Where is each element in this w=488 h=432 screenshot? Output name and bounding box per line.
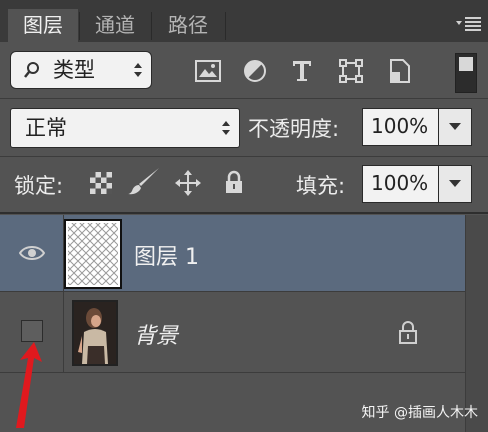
- lock-label: 锁定:: [14, 174, 64, 198]
- updown-arrows-icon: [222, 121, 230, 135]
- layers-panel: 图层 通道 路径 类型 正常 不透明度: 100% 锁定: 填充: 100% 图…: [0, 0, 488, 432]
- fill-input[interactable]: 100%: [362, 165, 448, 203]
- opacity-label: 不透明度:: [248, 117, 340, 141]
- row-divider: [0, 156, 488, 157]
- panel-tab-bar: 图层 通道 路径: [0, 0, 488, 42]
- shape-filter-icon[interactable]: [339, 59, 363, 83]
- blend-mode-dropdown[interactable]: 正常: [10, 108, 240, 148]
- filter-kind-dropdown[interactable]: 类型: [10, 51, 152, 89]
- layers-scrollbar[interactable]: [465, 215, 488, 432]
- red-annotation-arrow: [16, 342, 42, 428]
- image-filter-icon[interactable]: [195, 60, 221, 82]
- layer-name[interactable]: 图层 1: [134, 239, 199, 271]
- opacity-input[interactable]: 100%: [362, 108, 448, 146]
- chevron-down-icon: [449, 180, 461, 187]
- layer-name[interactable]: 背景: [134, 318, 178, 350]
- row-divider: [0, 212, 488, 214]
- fill-label: 填充:: [296, 174, 346, 198]
- opacity-dropdown-button[interactable]: [438, 108, 472, 146]
- adjustment-filter-icon[interactable]: [243, 59, 267, 83]
- blend-mode-value: 正常: [25, 116, 67, 140]
- row-divider: [0, 98, 488, 99]
- lock-image-pixels-brush-icon[interactable]: [127, 166, 161, 196]
- lock-position-move-icon[interactable]: [175, 170, 201, 196]
- smart-object-filter-icon[interactable]: [389, 58, 411, 84]
- lock-all-icon[interactable]: [224, 170, 244, 194]
- tab-channels[interactable]: 通道: [80, 9, 150, 42]
- layer-row-layer-1[interactable]: 图层 1: [0, 215, 466, 291]
- eye-visibility-icon[interactable]: [19, 244, 45, 262]
- row-divider: [0, 372, 488, 373]
- layer-thumbnail: [64, 219, 122, 289]
- search-icon: [24, 62, 39, 78]
- lock-icon: [399, 321, 417, 344]
- filter-kind-label: 类型: [53, 58, 95, 82]
- tab-divider: [225, 12, 226, 40]
- watermark-text: 知乎 @插画人木木: [361, 405, 478, 421]
- background-thumbnail: [72, 300, 118, 366]
- type-filter-icon[interactable]: [291, 59, 313, 83]
- tab-paths[interactable]: 路径: [152, 9, 224, 42]
- lock-transparent-pixels-icon[interactable]: [90, 172, 112, 194]
- filter-toggle-knob: [459, 57, 473, 71]
- visibility-toggle-empty[interactable]: [21, 320, 43, 342]
- panel-menu-icon[interactable]: [456, 16, 482, 32]
- fill-dropdown-button[interactable]: [438, 165, 472, 203]
- layer-row-background[interactable]: 背景: [0, 292, 466, 372]
- filter-toggle-switch[interactable]: [455, 53, 477, 93]
- photo-thumbnail-figure: [74, 302, 116, 364]
- transparency-pattern: [68, 223, 118, 285]
- updown-arrows-icon: [134, 63, 142, 77]
- visibility-column: [0, 215, 64, 291]
- tab-layers[interactable]: 图层: [8, 9, 78, 42]
- chevron-down-icon: [449, 123, 461, 130]
